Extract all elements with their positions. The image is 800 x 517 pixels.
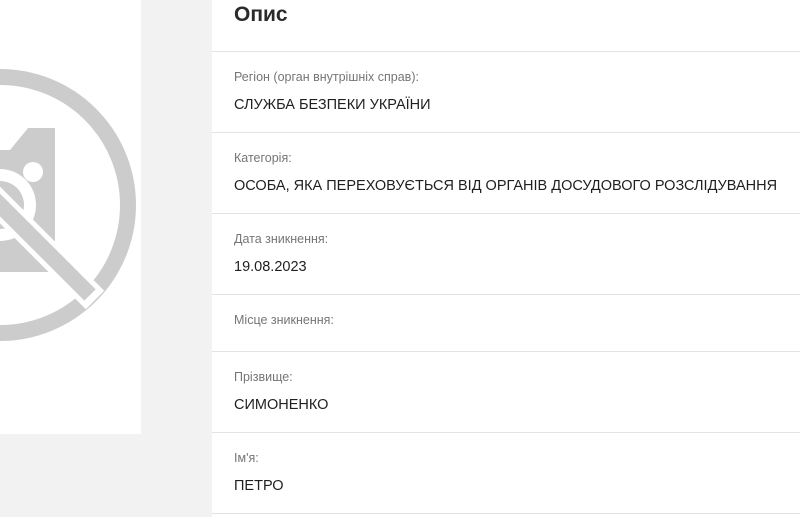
field-first-name: Ім'я: ПЕТРО [212, 432, 800, 513]
person-details-page: Опис Регіон (орган внутрішніх справ): СЛ… [0, 0, 800, 517]
field-category-label: Категорія: [234, 151, 292, 165]
field-disappearance-place: Місце зникнення: [212, 294, 800, 351]
field-date-value: 19.08.2023 [234, 259, 307, 275]
description-panel: Опис Регіон (орган внутрішніх справ): СЛ… [212, 0, 800, 517]
field-region-label: Регіон (орган внутрішніх справ): [234, 70, 419, 84]
no-photo-icon [0, 69, 136, 341]
field-region-value: СЛУЖБА БЕЗПЕКИ УКРАЇНИ [234, 97, 431, 113]
field-surname: Прізвище: СИМОНЕНКО [212, 351, 800, 432]
field-place-label: Місце зникнення: [234, 313, 334, 327]
field-date-label: Дата зникнення: [234, 232, 329, 246]
panel-title: Опис [234, 3, 288, 26]
field-next-divider [212, 513, 800, 517]
field-surname-label: Прізвище: [234, 370, 293, 384]
field-disappearance-date: Дата зникнення: 19.08.2023 [212, 213, 800, 294]
field-region: Регіон (орган внутрішніх справ): СЛУЖБА … [212, 51, 800, 132]
field-category-value: ОСОБА, ЯКА ПЕРЕХОВУЄТЬСЯ ВІД ОРГАНІВ ДОС… [234, 178, 778, 194]
field-name-label: Ім'я: [234, 451, 259, 465]
field-surname-value: СИМОНЕНКО [234, 397, 329, 413]
field-category: Категорія: ОСОБА, ЯКА ПЕРЕХОВУЄТЬСЯ ВІД … [212, 132, 800, 213]
field-name-value: ПЕТРО [234, 478, 284, 494]
person-photo [0, 0, 141, 434]
